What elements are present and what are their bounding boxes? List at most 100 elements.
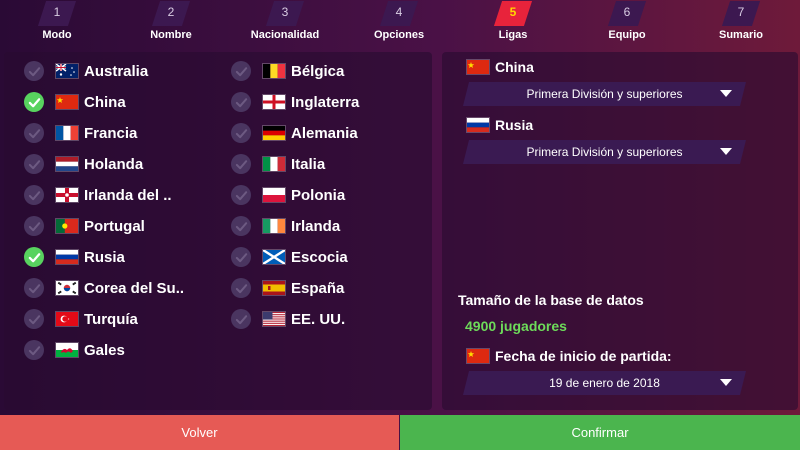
checkmark-unchecked-icon[interactable] bbox=[231, 247, 251, 267]
chevron-down-icon bbox=[720, 148, 732, 155]
country-item[interactable]: Irlanda del .. bbox=[24, 182, 172, 208]
country-name: Francia bbox=[84, 124, 138, 142]
step-label: Opciones bbox=[373, 29, 425, 41]
database-size-title: Tamaño de la base de datos bbox=[458, 292, 644, 308]
flag-australia-icon bbox=[55, 63, 79, 79]
flag-spain-icon bbox=[262, 280, 286, 296]
country-item[interactable]: Rusia bbox=[24, 244, 125, 270]
checkmark-unchecked-icon[interactable] bbox=[24, 154, 44, 174]
country-item[interactable]: Turquía bbox=[24, 306, 138, 332]
country-item[interactable]: Alemania bbox=[231, 120, 358, 146]
step-number: 2 bbox=[167, 5, 175, 19]
step-modo[interactable]: 1 Modo bbox=[2, 0, 112, 46]
flag-england-icon bbox=[262, 94, 286, 110]
step-opciones[interactable]: 4 Opciones bbox=[344, 0, 454, 46]
country-name: Corea del Su.. bbox=[84, 279, 185, 297]
flag-south-korea-icon bbox=[55, 280, 79, 296]
country-item[interactable]: Portugal bbox=[24, 213, 145, 239]
country-name: EE. UU. bbox=[291, 310, 346, 328]
step-nacionalidad[interactable]: 3 Nacionalidad bbox=[230, 0, 340, 46]
country-name: Portugal bbox=[84, 217, 145, 235]
checkmark-unchecked-icon[interactable] bbox=[231, 61, 251, 81]
step-nombre[interactable]: 2 Nombre bbox=[116, 0, 226, 46]
flag-portugal-icon bbox=[55, 218, 79, 234]
country-item[interactable]: Polonia bbox=[231, 182, 345, 208]
checkmark-unchecked-icon[interactable] bbox=[231, 92, 251, 112]
checkmark-unchecked-icon[interactable] bbox=[231, 216, 251, 236]
checkmark-unchecked-icon[interactable] bbox=[24, 123, 44, 143]
step-label: Modo bbox=[42, 29, 72, 41]
step-equipo[interactable]: 6 Equipo bbox=[572, 0, 682, 46]
country-item[interactable]: Escocia bbox=[231, 244, 348, 270]
checkmark-unchecked-icon[interactable] bbox=[231, 123, 251, 143]
checkmark-checked-icon[interactable] bbox=[24, 92, 44, 112]
chevron-down-icon bbox=[720, 379, 732, 386]
checkmark-unchecked-icon[interactable] bbox=[231, 185, 251, 205]
start-date-dropdown[interactable]: 19 de enero de 2018 bbox=[466, 371, 743, 395]
country-item[interactable]: Holanda bbox=[24, 151, 143, 177]
country-name: Australia bbox=[84, 62, 149, 80]
flag-belgium-icon bbox=[262, 63, 286, 79]
league-russia-dropdown[interactable]: Primera División y superiores bbox=[466, 140, 743, 164]
country-name: Rusia bbox=[84, 248, 125, 266]
country-item[interactable]: Bélgica bbox=[231, 58, 344, 84]
country-name: Italia bbox=[291, 155, 326, 173]
flag-scotland-icon bbox=[262, 249, 286, 265]
country-name: Irlanda bbox=[291, 217, 341, 235]
country-item[interactable]: Corea del Su.. bbox=[24, 275, 184, 301]
country-item[interactable]: Italia bbox=[231, 151, 325, 177]
country-item[interactable]: Francia bbox=[24, 120, 137, 146]
database-size-value: 4900 jugadores bbox=[465, 318, 567, 334]
checkmark-unchecked-icon[interactable] bbox=[24, 61, 44, 81]
flag-china-icon bbox=[466, 348, 490, 364]
step-navigation: 1 Modo 2 Nombre 3 Nacionalidad 4 Opcione… bbox=[0, 0, 800, 46]
country-item[interactable]: España bbox=[231, 275, 344, 301]
step-sumario[interactable]: 7 Sumario bbox=[686, 0, 796, 46]
league-china-dropdown[interactable]: Primera División y superiores bbox=[466, 82, 743, 106]
country-name: Irlanda del .. bbox=[84, 186, 172, 204]
chevron-down-icon bbox=[720, 90, 732, 97]
country-name: Alemania bbox=[291, 124, 358, 142]
flag-china-icon bbox=[466, 59, 490, 75]
country-name: Polonia bbox=[291, 186, 346, 204]
flag-germany-icon bbox=[262, 125, 286, 141]
checkmark-unchecked-icon[interactable] bbox=[24, 216, 44, 236]
country-item[interactable]: EE. UU. bbox=[231, 306, 345, 332]
start-date-label: Fecha de inicio de partida: bbox=[466, 348, 672, 364]
country-item[interactable]: Gales bbox=[24, 337, 125, 363]
step-number: 3 bbox=[281, 5, 289, 19]
country-item[interactable]: China bbox=[24, 89, 126, 115]
step-label: Sumario bbox=[718, 29, 763, 41]
checkmark-unchecked-icon[interactable] bbox=[231, 309, 251, 329]
country-item[interactable]: Australia bbox=[24, 58, 148, 84]
step-number: 7 bbox=[737, 5, 745, 19]
country-item[interactable]: Inglaterra bbox=[231, 89, 359, 115]
flag-france-icon bbox=[55, 125, 79, 141]
checkmark-unchecked-icon[interactable] bbox=[24, 340, 44, 360]
country-name: España bbox=[291, 279, 345, 297]
country-name: China bbox=[84, 93, 126, 111]
flag-northern-ireland-icon bbox=[55, 187, 79, 203]
confirm-button[interactable]: Confirmar bbox=[400, 415, 800, 450]
league-russia-label: Rusia bbox=[466, 117, 533, 133]
flag-italy-icon bbox=[262, 156, 286, 172]
checkmark-unchecked-icon[interactable] bbox=[24, 309, 44, 329]
checkmark-checked-icon[interactable] bbox=[24, 247, 44, 267]
step-ligas[interactable]: 5 Ligas bbox=[458, 0, 568, 46]
country-item[interactable]: Irlanda bbox=[231, 213, 340, 239]
checkmark-unchecked-icon[interactable] bbox=[24, 278, 44, 298]
flag-usa-icon bbox=[262, 311, 286, 327]
country-name: Bélgica bbox=[291, 62, 345, 80]
back-button[interactable]: Volver bbox=[0, 415, 399, 450]
step-number: 1 bbox=[53, 5, 61, 19]
flag-russia-icon bbox=[55, 249, 79, 265]
checkmark-unchecked-icon[interactable] bbox=[231, 278, 251, 298]
flag-wales-icon bbox=[55, 342, 79, 358]
country-name: Inglaterra bbox=[291, 93, 360, 111]
flag-netherlands-icon bbox=[55, 156, 79, 172]
country-name: Escocia bbox=[291, 248, 348, 266]
step-number: 6 bbox=[623, 5, 631, 19]
step-label: Ligas bbox=[498, 29, 528, 41]
checkmark-unchecked-icon[interactable] bbox=[24, 185, 44, 205]
checkmark-unchecked-icon[interactable] bbox=[231, 154, 251, 174]
